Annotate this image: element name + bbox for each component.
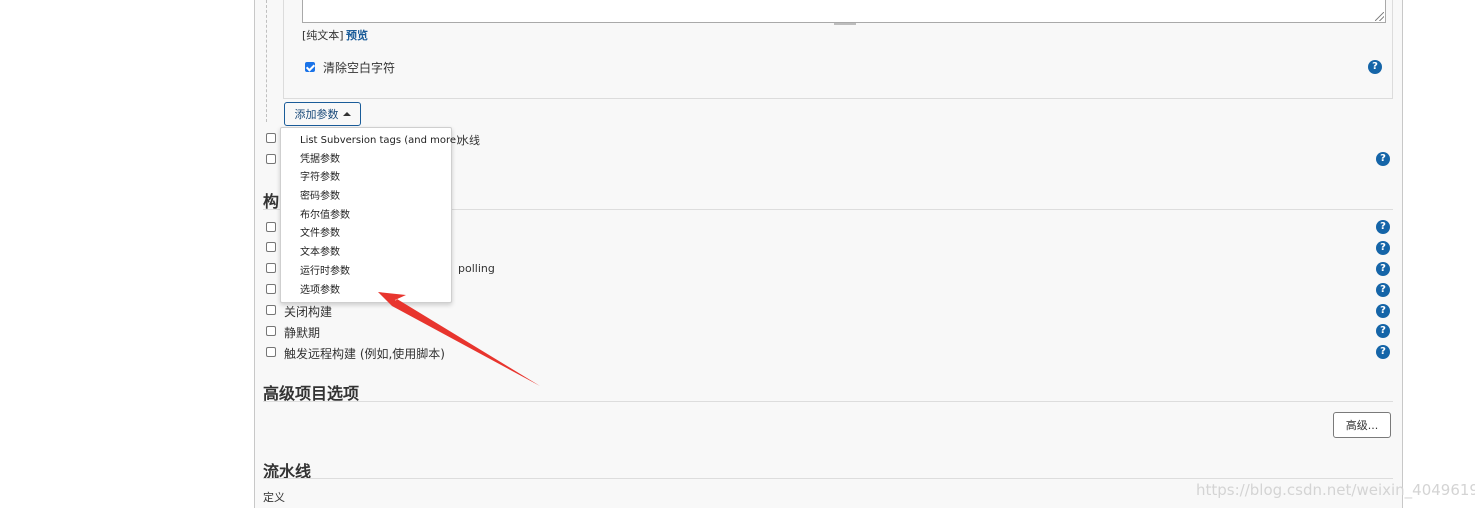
watermark: https://blog.csdn.net/weixin_40496191: [1196, 481, 1475, 499]
annotation-arrow-shaft: [394, 299, 540, 386]
page: [纯文本] 预览 清除空白字符 ? 添加参数 水线 ? 构 ? ? pollin…: [0, 0, 1475, 508]
annotation-arrow-icon: [378, 292, 540, 386]
